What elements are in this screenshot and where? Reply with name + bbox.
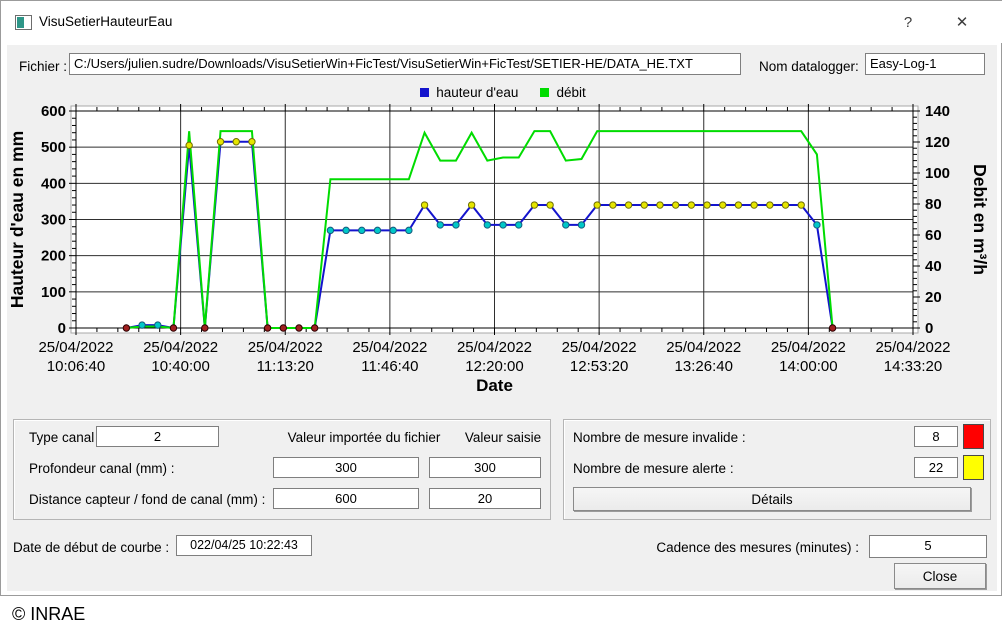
svg-text:120: 120: [925, 134, 950, 151]
invalid-count-input[interactable]: 8: [914, 426, 958, 447]
app-icon: [15, 15, 32, 30]
legend-item-hauteur: hauteur d'eau: [420, 85, 518, 100]
start-date-label: Date de début de courbe :: [13, 540, 169, 555]
window-title: VisuSetierHauteurEau: [39, 14, 172, 29]
svg-text:25/04/202210:40:00: 25/04/202210:40:00: [143, 339, 218, 375]
svg-text:100: 100: [925, 165, 950, 182]
debit-legend-label: débit: [556, 85, 585, 100]
distance-capteur-label: Distance capteur / fond de canal (mm) :: [29, 492, 265, 507]
close-window-button[interactable]: ✕: [947, 12, 977, 34]
svg-text:80: 80: [925, 196, 942, 213]
svg-text:25/04/202213:26:40: 25/04/202213:26:40: [666, 339, 741, 375]
details-button[interactable]: Détails: [573, 487, 971, 511]
datalogger-input[interactable]: Easy-Log-1: [865, 53, 985, 75]
chart-legend: hauteur d'eau débit: [1, 85, 1004, 100]
svg-text:40: 40: [925, 258, 942, 275]
svg-text:0: 0: [58, 320, 66, 337]
svg-text:25/04/202214:33:20: 25/04/202214:33:20: [875, 339, 950, 375]
start-date-input[interactable]: 022/04/25 10:22:43: [176, 535, 312, 556]
datalogger-label: Nom datalogger:: [759, 59, 859, 74]
title-bar: VisuSetierHauteurEau ? ✕: [1, 1, 1003, 43]
profondeur-imported-input[interactable]: 300: [273, 457, 419, 478]
svg-text:25/04/202212:20:00: 25/04/202212:20:00: [457, 339, 532, 375]
close-button[interactable]: Close: [894, 563, 986, 589]
file-path-input[interactable]: C:/Users/julien.sudre/Downloads/VisuSeti…: [69, 53, 741, 75]
svg-text:25/04/202211:46:40: 25/04/202211:46:40: [352, 339, 427, 375]
imported-column-header: Valeur importée du fichier: [266, 430, 462, 445]
entered-column-header: Valeur saisie: [463, 430, 543, 445]
flow-chart-svg: 0 100 200 300 400 500 600 0 20 40 60 80 100 120 140 25/…: [1, 99, 1004, 399]
left-axis-title: Hauteur d'eau en mm: [7, 131, 27, 308]
svg-text:25/04/202212:53:20: 25/04/202212:53:20: [562, 339, 637, 375]
svg-text:20: 20: [925, 289, 942, 306]
legend-item-debit: débit: [540, 85, 585, 100]
chart: 0 100 200 300 400 500 600 0 20 40 60 80 100 120 140 25/…: [1, 99, 1004, 399]
x-axis-title: Date: [476, 376, 513, 395]
alert-color-swatch: [963, 455, 984, 480]
alert-count-input[interactable]: 22: [914, 457, 958, 478]
alert-count-label: Nombre de mesure alerte :: [573, 461, 734, 476]
invalid-count-label: Nombre de mesure invalide :: [573, 430, 746, 445]
type-canal-input[interactable]: 2: [96, 426, 219, 447]
svg-text:140: 140: [925, 103, 950, 120]
svg-text:200: 200: [41, 248, 66, 265]
svg-text:400: 400: [41, 175, 66, 192]
main-window: VisuSetierHauteurEau ? ✕ Fichier : C:/Us…: [0, 0, 1002, 596]
cadence-input[interactable]: 5: [869, 535, 987, 558]
svg-text:25/04/202214:00:00: 25/04/202214:00:00: [771, 339, 846, 375]
type-canal-label: Type canal :: [29, 430, 102, 445]
invalid-color-swatch: [963, 424, 984, 449]
help-button[interactable]: ?: [893, 12, 923, 34]
debit-legend-swatch: [540, 88, 549, 97]
svg-text:25/04/202211:13:20: 25/04/202211:13:20: [248, 339, 323, 375]
svg-text:100: 100: [41, 284, 66, 301]
svg-text:500: 500: [41, 139, 66, 156]
svg-text:300: 300: [41, 212, 66, 229]
profondeur-entered-input[interactable]: 300: [429, 457, 541, 478]
file-label: Fichier :: [19, 59, 67, 74]
app-root: VisuSetierHauteurEau ? ✕ Fichier : C:/Us…: [0, 0, 1004, 636]
cadence-label: Cadence des mesures (minutes) :: [641, 540, 859, 555]
svg-text:600: 600: [41, 103, 66, 120]
distance-imported-input[interactable]: 600: [273, 488, 419, 509]
profondeur-label: Profondeur canal (mm) :: [29, 461, 175, 476]
hauteur-legend-swatch: [420, 88, 429, 97]
right-axis-title: Debit en m³/h: [970, 164, 990, 275]
svg-text:25/04/202210:06:40: 25/04/202210:06:40: [38, 339, 113, 375]
hauteur-legend-label: hauteur d'eau: [436, 85, 518, 100]
distance-entered-input[interactable]: 20: [429, 488, 541, 509]
svg-text:60: 60: [925, 227, 942, 244]
svg-text:0: 0: [925, 320, 933, 337]
copyright-text: © INRAE: [12, 604, 85, 625]
